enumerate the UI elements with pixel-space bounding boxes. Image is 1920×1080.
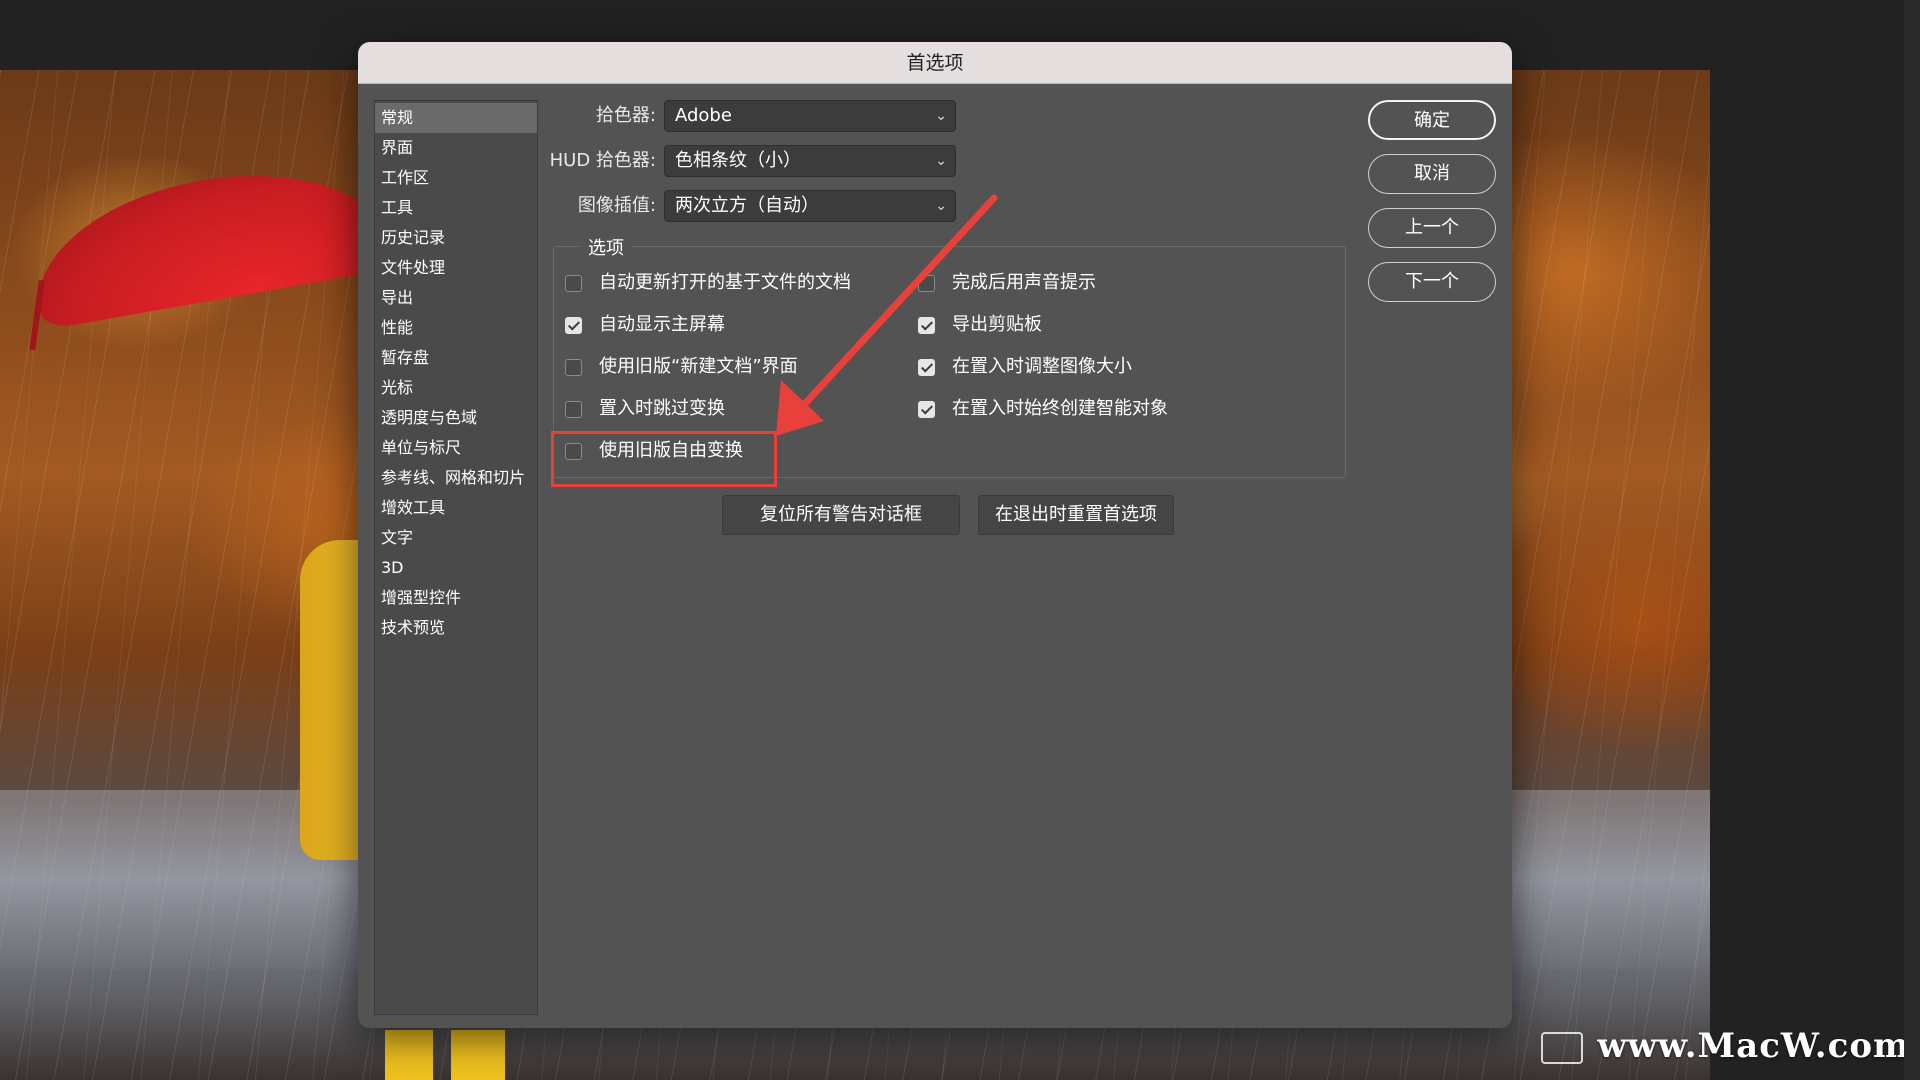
next-button[interactable]: 下一个 [1368, 262, 1496, 302]
hud-color-picker-label: HUD 拾色器: [549, 150, 656, 171]
sidebar-item-export[interactable]: 导出 [375, 283, 537, 313]
reset-warnings-button[interactable]: 复位所有警告对话框 [722, 495, 960, 535]
option-label: 导出剪贴板 [952, 314, 1042, 335]
option-label: 自动显示主屏幕 [599, 314, 725, 335]
chevron-down-icon: ⌄ [935, 153, 947, 169]
option-label: 完成后用声音提示 [952, 272, 1096, 293]
annotation-highlight-box [551, 431, 777, 487]
ok-button[interactable]: 确定 [1368, 100, 1496, 140]
prev-button[interactable]: 上一个 [1368, 208, 1496, 248]
checkbox-unchecked[interactable] [565, 359, 582, 376]
preferences-dialog: 首选项 常规 界面 工作区 工具 历史记录 文件处理 导出 性能 暂存盘 光标 … [358, 42, 1512, 1028]
preferences-sidebar: 常规 界面 工作区 工具 历史记录 文件处理 导出 性能 暂存盘 光标 透明度与… [374, 100, 538, 1015]
sidebar-item-technology-previews[interactable]: 技术预览 [375, 613, 537, 643]
sidebar-item-units-rulers[interactable]: 单位与标尺 [375, 433, 537, 463]
interpolation-label: 图像插值: [577, 195, 656, 216]
sidebar-item-plugins[interactable]: 增效工具 [375, 493, 537, 523]
sidebar-item-file-handling[interactable]: 文件处理 [375, 253, 537, 283]
option-label: 在置入时始终创建智能对象 [952, 398, 1168, 419]
interpolation-value: 两次立方（自动） [675, 195, 819, 216]
chevron-down-icon: ⌄ [935, 108, 947, 124]
option-label: 在置入时调整图像大小 [952, 356, 1132, 377]
sidebar-item-guides-grid-slices[interactable]: 参考线、网格和切片 [375, 463, 537, 493]
checkbox-unchecked[interactable] [565, 401, 582, 418]
checkbox-unchecked[interactable] [918, 275, 935, 292]
hud-color-picker-row: HUD 拾色器: [358, 145, 656, 177]
dialog-title: 首选项 [906, 52, 964, 74]
color-picker-select[interactable]: Adobe ⌄ [664, 100, 956, 132]
watermark-logo-icon [1541, 1032, 1583, 1064]
sidebar-item-enhanced-controls[interactable]: 增强型控件 [375, 583, 537, 613]
option-label: 使用旧版“新建文档”界面 [599, 356, 798, 377]
sidebar-item-cursors[interactable]: 光标 [375, 373, 537, 403]
reset-on-quit-button[interactable]: 在退出时重置首选项 [978, 495, 1174, 535]
checkbox-checked[interactable] [918, 317, 935, 334]
interpolation-row: 图像插值: [358, 190, 656, 222]
color-picker-label: 拾色器: [595, 105, 656, 126]
sidebar-item-performance[interactable]: 性能 [375, 313, 537, 343]
window-edge [1904, 0, 1920, 1080]
color-picker-value: Adobe [675, 105, 732, 126]
checkbox-checked[interactable] [918, 359, 935, 376]
checkbox-unchecked[interactable] [565, 275, 582, 292]
interpolation-select[interactable]: 两次立方（自动） ⌄ [664, 190, 956, 222]
hud-color-picker-select[interactable]: 色相条纹（小） ⌄ [664, 145, 956, 177]
cancel-button[interactable]: 取消 [1368, 154, 1496, 194]
sidebar-item-transparency-gamut[interactable]: 透明度与色域 [375, 403, 537, 433]
watermark: www.MacW.com [1597, 1026, 1910, 1066]
sidebar-item-history[interactable]: 历史记录 [375, 223, 537, 253]
checkbox-checked[interactable] [918, 401, 935, 418]
color-picker-row: 拾色器: [358, 100, 656, 132]
yellow-boots [385, 1030, 505, 1080]
dialog-titlebar: 首选项 [358, 42, 1512, 84]
checkbox-checked[interactable] [565, 317, 582, 334]
hud-color-picker-value: 色相条纹（小） [675, 150, 801, 171]
sidebar-item-type[interactable]: 文字 [375, 523, 537, 553]
option-label: 置入时跳过变换 [599, 398, 725, 419]
chevron-down-icon: ⌄ [935, 198, 947, 214]
option-label: 自动更新打开的基于文件的文档 [599, 272, 851, 293]
options-group-title: 选项 [580, 234, 632, 260]
sidebar-item-3d[interactable]: 3D [375, 553, 537, 583]
sidebar-item-scratch-disks[interactable]: 暂存盘 [375, 343, 537, 373]
